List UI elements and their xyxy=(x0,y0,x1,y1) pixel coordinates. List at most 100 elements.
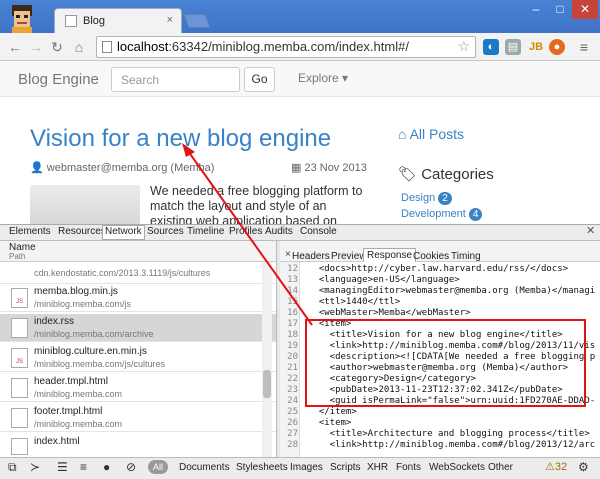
request-row[interactable]: JS miniblog.culture.en.min.js /miniblog.… xyxy=(0,344,276,372)
extension-reader-icon[interactable]: ▤ xyxy=(505,39,521,55)
tab-console[interactable]: Console xyxy=(300,226,337,237)
line-number: 14 xyxy=(287,286,298,296)
category-design[interactable]: Design 2 xyxy=(401,192,452,205)
request-name: miniblog.culture.en.min.js xyxy=(34,346,147,357)
gear-icon[interactable]: ⚙ xyxy=(578,460,589,474)
devtools-close-icon[interactable]: ✕ xyxy=(586,224,595,237)
code-line: <item> xyxy=(308,418,352,428)
post-thumbnail xyxy=(30,185,140,224)
code-line: <title>Architecture and blogging process… xyxy=(308,429,590,439)
home-icon[interactable]: ⌂ xyxy=(70,37,88,57)
code-line: <docs>http://cyber.law.harvard.edu/rss/<… xyxy=(308,264,569,274)
date-text: 23 Nov 2013 xyxy=(304,162,367,174)
line-number: 16 xyxy=(287,308,298,318)
filter-fonts[interactable]: Fonts xyxy=(396,462,421,473)
new-tab-button[interactable] xyxy=(183,14,211,28)
all-posts-link[interactable]: ⌂ All Posts xyxy=(398,126,464,142)
category-label: Design xyxy=(401,192,436,204)
clear-icon[interactable]: ⊘ xyxy=(126,460,136,474)
js-file-icon: JS xyxy=(11,288,28,308)
go-button[interactable]: Go xyxy=(244,67,275,92)
request-row-selected[interactable]: index.rss /miniblog.memba.com/archive xyxy=(0,314,276,342)
filter-websockets[interactable]: WebSockets xyxy=(429,462,485,473)
request-list-scrollbar[interactable] xyxy=(262,262,272,457)
search-input[interactable]: Search xyxy=(111,67,240,92)
path-column-header: Path xyxy=(9,252,26,261)
explore-dropdown[interactable]: Explore ▾ xyxy=(298,71,348,85)
request-row[interactable]: footer.tmpl.html /miniblog.memba.com xyxy=(0,404,276,432)
filter-images[interactable]: Images xyxy=(290,462,323,473)
tab-audits[interactable]: Audits xyxy=(265,226,293,237)
line-number: 18 xyxy=(287,330,298,340)
line-number: 21 xyxy=(287,363,298,373)
filter-documents[interactable]: Documents xyxy=(179,462,230,473)
tab-close-icon[interactable]: × xyxy=(167,14,173,26)
dock-icon[interactable]: ⧉ xyxy=(8,460,17,475)
request-name: footer.tmpl.html xyxy=(34,406,103,417)
close-window-button[interactable]: ✕ xyxy=(572,0,598,19)
address-bar[interactable]: localhost:63342/miniblog.memba.com/index… xyxy=(96,36,476,58)
file-icon xyxy=(11,438,28,455)
tab-timing[interactable]: Timing xyxy=(451,251,481,262)
request-list-header[interactable]: Name Path xyxy=(0,241,276,262)
extension-jetbrains-icon[interactable]: JB xyxy=(528,39,544,55)
minimize-button[interactable]: – xyxy=(524,0,548,19)
filter-icon[interactable]: ☰ xyxy=(57,460,68,474)
maximize-button[interactable]: □ xyxy=(548,0,572,19)
search-placeholder: Search xyxy=(121,73,160,87)
request-row[interactable]: header.tmpl.html /miniblog.memba.com xyxy=(0,374,276,402)
tab-response[interactable]: Response xyxy=(363,248,417,262)
menu-icon[interactable]: ≡ xyxy=(576,39,592,55)
warning-count-text: 32 xyxy=(554,461,568,473)
line-number: 19 xyxy=(287,341,298,351)
scrollbar-thumb[interactable] xyxy=(263,370,271,398)
back-icon[interactable]: ← xyxy=(6,37,24,57)
page-icon xyxy=(102,41,112,53)
filter-other[interactable]: Other xyxy=(488,462,513,473)
extension-ghostery-icon[interactable]: ● xyxy=(549,39,565,55)
user-icon: 👤 xyxy=(30,162,47,174)
filter-stylesheets[interactable]: Stylesheets xyxy=(236,462,288,473)
line-number: 15 xyxy=(287,297,298,307)
code-line: <webMaster>Memba</webMaster> xyxy=(308,308,471,318)
tab-resources[interactable]: Resources xyxy=(58,226,106,237)
forward-icon[interactable]: → xyxy=(27,37,45,57)
request-row[interactable]: index.html xyxy=(0,434,276,457)
line-number: 17 xyxy=(287,319,298,329)
profile-avatar-icon[interactable] xyxy=(6,2,38,33)
warning-count[interactable]: ⚠32 xyxy=(545,460,567,473)
site-brand[interactable]: Blog Engine xyxy=(18,71,99,88)
file-icon xyxy=(11,318,28,338)
filter-scripts[interactable]: Scripts xyxy=(330,462,361,473)
list-icon[interactable]: ≡ xyxy=(80,460,87,474)
browser-tab[interactable]: Blog × xyxy=(54,8,182,33)
highlight-box xyxy=(305,319,586,407)
request-path: /miniblog.memba.com/js xyxy=(34,299,132,309)
filter-xhr[interactable]: XHR xyxy=(367,462,388,473)
tab-timeline[interactable]: Timeline xyxy=(187,226,224,237)
post-title[interactable]: Vision for a new blog engine xyxy=(30,125,331,153)
tab-cookies[interactable]: Cookies xyxy=(413,251,449,262)
author-text: webmaster@memba.org (Memba) xyxy=(46,162,215,174)
request-name: index.html xyxy=(34,436,80,447)
tab-sources[interactable]: Sources xyxy=(147,226,184,237)
record-icon[interactable]: ● xyxy=(103,460,110,474)
line-number: 26 xyxy=(287,418,298,428)
tab-profiles[interactable]: Profiles xyxy=(229,226,262,237)
category-development[interactable]: Development 4 xyxy=(401,208,483,221)
request-row[interactable]: cdn.kendostatic.com/2013.3.1119/js/cultu… xyxy=(0,262,276,284)
reload-icon[interactable]: ↻ xyxy=(48,37,66,57)
console-icon[interactable]: ≻ xyxy=(30,460,40,474)
tab-preview[interactable]: Preview xyxy=(331,251,367,262)
close-detail-icon[interactable]: × xyxy=(285,249,291,260)
tab-headers[interactable]: Headers xyxy=(292,251,330,262)
url-path: :63342/miniblog.memba.com/index.html#/ xyxy=(168,39,409,54)
request-row[interactable]: JS memba.blog.min.js /miniblog.memba.com… xyxy=(0,284,276,312)
star-icon[interactable]: ☆ xyxy=(457,38,470,55)
filter-all[interactable]: All xyxy=(148,460,169,474)
tab-elements[interactable]: Elements xyxy=(9,226,51,237)
category-label: Development xyxy=(401,208,466,220)
tab-network[interactable]: Network xyxy=(102,225,145,240)
extension-livereload-icon[interactable]: ◐ xyxy=(483,39,499,55)
all-posts-label: All Posts xyxy=(409,126,465,142)
